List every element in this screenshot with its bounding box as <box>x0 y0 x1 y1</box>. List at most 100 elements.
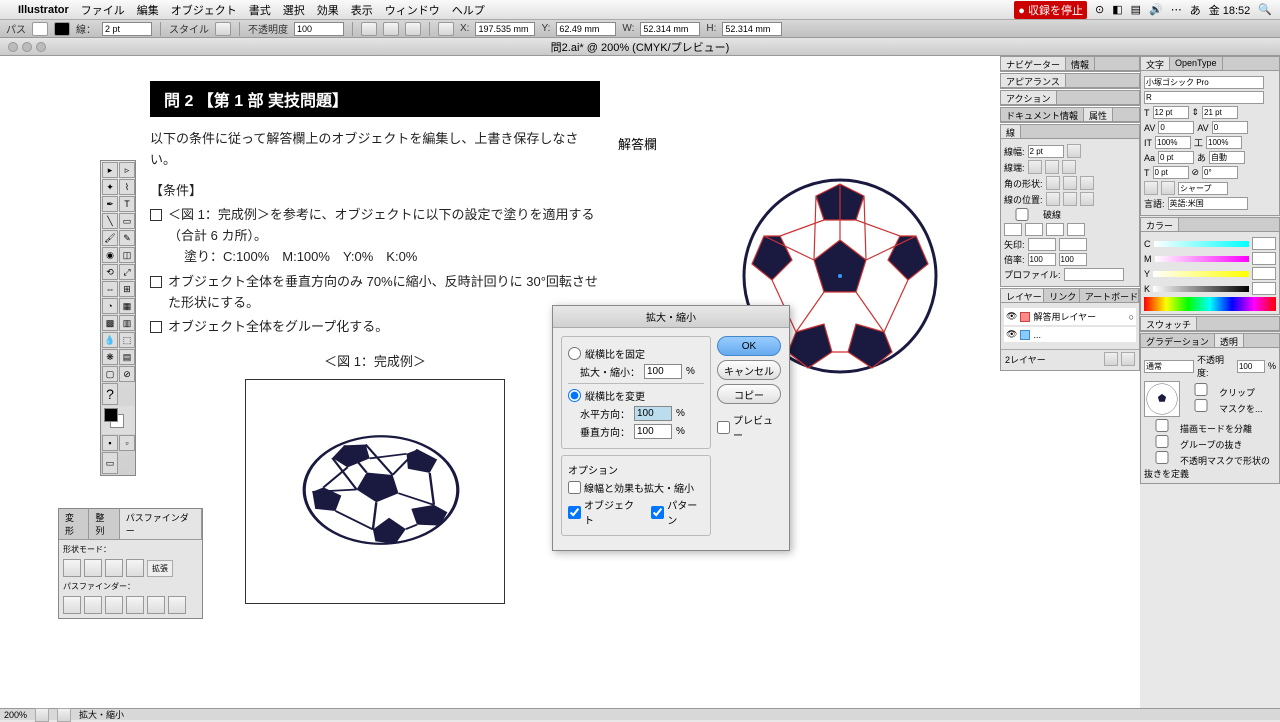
cancel-button[interactable]: キャンセル <box>717 360 781 380</box>
artboard-tool[interactable]: ▢ <box>102 366 118 382</box>
mesh-tool[interactable]: ▩ <box>102 315 118 331</box>
rotate-tool[interactable]: ⟲ <box>102 264 118 280</box>
slice-tool[interactable]: ⊘ <box>119 366 135 382</box>
trash-icon[interactable] <box>1121 352 1135 366</box>
dashed-check[interactable] <box>1004 208 1040 221</box>
h-input[interactable] <box>722 22 782 36</box>
min-dot[interactable] <box>22 42 32 52</box>
menu-object[interactable]: オブジェクト <box>171 2 237 18</box>
exclude-btn[interactable] <box>126 559 144 577</box>
patterns-check[interactable] <box>651 506 664 519</box>
align-inside-icon[interactable] <box>1063 192 1077 206</box>
leading[interactable] <box>1202 106 1238 119</box>
vert-input[interactable] <box>634 424 672 439</box>
arrow-end[interactable] <box>1059 238 1087 251</box>
close-dot[interactable] <box>8 42 18 52</box>
ok-button[interactable]: OK <box>717 336 781 356</box>
opacity-value[interactable] <box>1237 360 1265 373</box>
x-input[interactable] <box>475 22 535 36</box>
m-slider[interactable] <box>1155 256 1250 262</box>
tab-navigator[interactable]: ナビゲーター <box>1001 57 1066 70</box>
tab-align[interactable]: 整列 <box>89 509 119 539</box>
line-tool[interactable]: ╲ <box>102 213 118 229</box>
tab-artboards[interactable]: アートボード <box>1080 289 1139 302</box>
zoom-dot[interactable] <box>36 42 46 52</box>
eye-icon[interactable]: 👁 <box>1006 329 1017 340</box>
blend-tool[interactable]: ⬚ <box>119 332 135 348</box>
shape-builder-tool[interactable]: ◔ <box>102 298 118 314</box>
brush-tool[interactable]: 🖌 <box>102 230 118 246</box>
fill-swatch[interactable] <box>32 22 48 36</box>
eye-icon[interactable]: 👁 <box>1006 311 1017 322</box>
kerning[interactable] <box>1158 121 1194 134</box>
menu-select[interactable]: 選択 <box>283 2 305 18</box>
trim-btn[interactable] <box>84 596 102 614</box>
c-slider[interactable] <box>1154 241 1250 247</box>
y-input[interactable] <box>556 22 616 36</box>
uniform-input[interactable] <box>644 364 682 379</box>
join-round-icon[interactable] <box>1063 176 1077 190</box>
wifi-icon[interactable]: ⋯ <box>1171 3 1182 16</box>
menu-type[interactable]: 書式 <box>249 2 271 18</box>
join-miter-icon[interactable] <box>1046 176 1060 190</box>
input-icon[interactable]: あ <box>1190 2 1201 18</box>
nonuniform-radio[interactable] <box>568 389 581 402</box>
perspective-tool[interactable]: ▦ <box>119 298 135 314</box>
menu-clock[interactable]: 金 18:52 <box>1209 2 1251 18</box>
hand-tool[interactable]: ? <box>102 383 118 405</box>
tab-transform[interactable]: 変形 <box>59 509 89 539</box>
tab-swatches[interactable]: スウォッチ <box>1141 317 1197 330</box>
style-menu[interactable] <box>215 22 231 36</box>
tab-links[interactable]: リンク <box>1044 289 1079 302</box>
color-mode[interactable]: ▪ <box>102 435 118 451</box>
opacity-mask-check[interactable] <box>1144 451 1180 464</box>
tracking[interactable] <box>1212 121 1248 134</box>
spotlight-icon[interactable]: 🔍 <box>1258 3 1272 16</box>
eraser-tool[interactable]: ◫ <box>119 247 135 263</box>
pen-tool[interactable]: ✒ <box>102 196 118 212</box>
strike-icon[interactable] <box>1161 181 1175 195</box>
align-btn[interactable] <box>361 22 377 36</box>
unite-btn[interactable] <box>63 559 81 577</box>
tab-transparency[interactable]: 透明 <box>1215 334 1244 347</box>
scale-tool[interactable]: ⤢ <box>119 264 135 280</box>
scale-strokes-check[interactable] <box>568 481 581 494</box>
pencil-tool[interactable]: ✎ <box>119 230 135 246</box>
intersect-btn[interactable] <box>105 559 123 577</box>
tab-character[interactable]: 文字 <box>1141 57 1170 70</box>
fill-stroke-swatch[interactable] <box>102 406 135 434</box>
status-icon[interactable]: ⊙ <box>1095 3 1104 16</box>
horiz-input[interactable] <box>634 406 672 421</box>
tab-docinfo[interactable]: ドキュメント情報 <box>1001 108 1084 121</box>
nav-btn[interactable] <box>57 708 71 722</box>
cap-icon[interactable] <box>1067 144 1081 158</box>
invert-check[interactable] <box>1183 399 1219 412</box>
underline-icon[interactable] <box>1144 181 1158 195</box>
preview-check[interactable] <box>717 421 730 434</box>
screen-mode[interactable]: ▭ <box>102 452 118 474</box>
divide-btn[interactable] <box>63 596 81 614</box>
menu-effect[interactable]: 効果 <box>317 2 339 18</box>
cap-round-icon[interactable] <box>1045 160 1059 174</box>
tab-appearance[interactable]: アピアランス <box>1001 74 1066 87</box>
minus-back-btn[interactable] <box>168 596 186 614</box>
layer-name[interactable]: ... <box>1033 330 1041 340</box>
graph-tool[interactable]: ▤ <box>119 349 135 365</box>
font-style[interactable] <box>1144 91 1264 104</box>
free-transform-tool[interactable]: ⊞ <box>119 281 135 297</box>
align-btn[interactable] <box>383 22 399 36</box>
knockout-check[interactable] <box>1144 435 1180 448</box>
tab-color[interactable]: カラー <box>1141 218 1179 231</box>
tab-actions[interactable]: アクション <box>1001 91 1057 104</box>
outline-btn[interactable] <box>147 596 165 614</box>
font-family[interactable] <box>1144 76 1264 89</box>
w-input[interactable] <box>640 22 700 36</box>
record-indicator[interactable]: ● 収録を停止 <box>1014 1 1087 19</box>
selection-tool[interactable]: ▸ <box>102 162 118 178</box>
volume-icon[interactable]: 🔊 <box>1149 3 1163 16</box>
lasso-tool[interactable]: ⌇ <box>119 179 135 195</box>
tab-stroke[interactable]: 線 <box>1001 125 1021 138</box>
stroke-swatch[interactable] <box>54 22 70 36</box>
tab-layers[interactable]: レイヤー <box>1001 289 1044 302</box>
join-bevel-icon[interactable] <box>1080 176 1094 190</box>
